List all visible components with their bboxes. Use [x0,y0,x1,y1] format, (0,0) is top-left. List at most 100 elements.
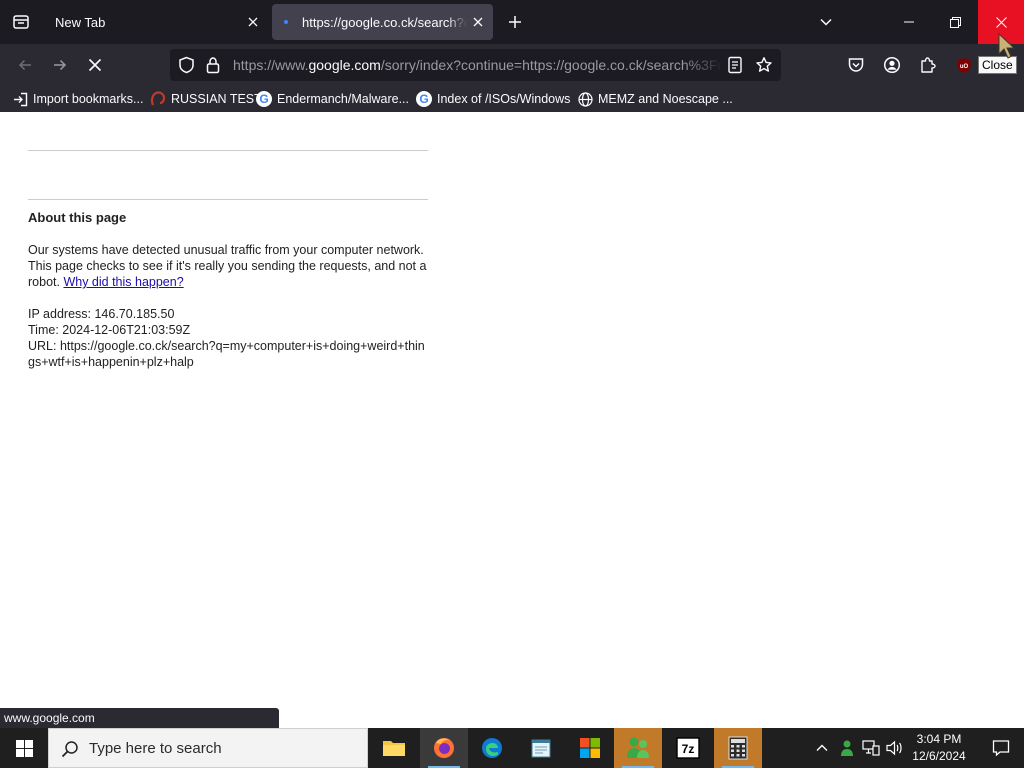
ip-address-line: IP address: 146.70.185.50 [28,307,175,321]
bookmark-label: RUSSIAN TEST [171,92,262,106]
url-prefix: https://www. [233,57,309,73]
network-icon[interactable] [862,740,880,756]
url-line: URL: https://google.co.ck/search?q=my+co… [28,339,425,369]
bookmark-star-icon[interactable] [755,56,773,74]
about-text: Our systems have detected unusual traffi… [28,242,428,290]
tab-title: https://google.co.ck/search?q= [302,15,467,30]
ublock-origin-button[interactable]: uO [952,53,976,77]
taskbar-search-box[interactable]: Type here to search [48,728,368,768]
close-icon [248,17,258,27]
restore-button[interactable] [932,0,978,44]
tab-title: New Tab [55,15,106,30]
folder-icon [383,741,405,756]
firefox-view-button[interactable] [0,0,42,44]
russian-favicon-icon [150,91,166,107]
back-button[interactable] [10,50,40,80]
tab-new-tab[interactable]: New Tab [44,4,268,40]
reader-view-icon[interactable] [727,56,743,74]
bookmark-label: Index of /ISOs/Windows [437,92,571,106]
page-content: About this page Our systems have detecte… [0,112,1024,728]
bookmark-index-isos-windows[interactable]: G Index of /ISOs/Windows [416,90,570,108]
address-bar[interactable]: https://www.google.com/sorry/index?conti… [170,49,781,81]
svg-text:uO: uO [960,64,969,70]
clock-date: 12/6/2024 [912,749,966,763]
lock-icon[interactable] [206,56,220,74]
stop-icon [88,58,102,72]
bookmarks-toolbar: Import bookmarks... RUSSIAN TEST G Ender… [0,86,1024,112]
taskbar-edge[interactable] [468,728,516,768]
clock-time: 3:04 PM [916,732,962,746]
url-text[interactable]: https://www.google.com/sorry/index?conti… [233,57,723,73]
calculator-icon [728,736,748,760]
divider [28,150,428,151]
loading-indicator-icon [284,20,288,24]
taskbar-7zip[interactable]: 7z [664,728,712,768]
pocket-button[interactable] [844,53,868,77]
firefox-view-icon [13,15,29,29]
volume-icon[interactable] [886,740,904,756]
globe-icon [577,91,593,107]
taskbar: Type here to search 7z 3:04 PM 12/6/2024 [0,728,1024,768]
account-icon [883,56,901,74]
taskbar-file-explorer[interactable] [370,728,418,768]
action-center-button[interactable] [978,728,1024,768]
bookmark-label: MEMZ and Noescape ... [598,92,733,106]
bookmark-label: Import bookmarks... [33,92,144,106]
import-icon [12,91,28,107]
time-line: Time: 2024-12-06T21:03:59Z [28,323,191,337]
bookmark-memz-noescape[interactable]: MEMZ and Noescape ... [577,90,733,108]
tab-google-search[interactable]: https://google.co.ck/search?q= [272,4,493,40]
firefox-icon [434,738,454,758]
close-icon [473,17,483,27]
divider [28,199,428,200]
status-bar: www.google.com [0,708,279,728]
why-did-this-happen-link[interactable]: Why did this happen? [63,275,183,289]
windows-logo-icon [15,739,33,757]
tracking-protection-shield-icon[interactable] [178,56,195,74]
bookmark-russian-test[interactable]: RUSSIAN TEST [150,90,262,108]
svg-text:7z: 7z [682,742,695,756]
bookmark-label: Endermanch/Malware... [277,92,410,106]
notifications-icon [992,740,1010,757]
tab-close-button[interactable] [244,13,262,31]
search-icon [61,741,78,758]
tab-strip: New Tab https://google.co.ck/search?q= [0,0,1024,44]
edge-icon [482,738,502,758]
about-heading: About this page [28,210,127,225]
plus-icon [509,16,521,28]
url-path: /sorry/index?continue=https://google.co.… [380,57,723,73]
restore-icon [949,16,961,28]
back-arrow-icon [18,59,31,71]
new-tab-button[interactable] [502,9,528,35]
clock[interactable]: 3:04 PM 12/6/2024 [906,731,972,765]
request-info: IP address: 146.70.185.50 Time: 2024-12-… [28,306,428,370]
google-favicon-icon: G [256,91,272,107]
navigation-toolbar: https://www.google.com/sorry/index?conti… [0,44,1024,86]
bookmark-import[interactable]: Import bookmarks... [12,90,143,108]
tray-agent-icon[interactable] [838,739,856,757]
notepad-icon [531,739,551,758]
chevron-down-icon [820,18,832,26]
start-button[interactable] [0,728,48,768]
show-hidden-icons-chevron-icon[interactable] [814,740,830,756]
tab-close-button[interactable] [469,13,487,31]
forward-button[interactable] [45,50,75,80]
taskbar-microsoft-store[interactable] [566,728,614,768]
minimize-icon [904,21,914,23]
taskbar-firefox[interactable] [420,728,468,768]
7zip-icon: 7z [676,737,700,759]
search-placeholder: Type here to search [89,740,222,757]
list-all-tabs-button[interactable] [812,8,840,36]
stop-loading-button[interactable] [80,50,110,80]
minimize-button[interactable] [886,0,932,44]
taskbar-ms-agent[interactable] [614,728,662,768]
taskbar-calculator[interactable] [714,728,762,768]
google-favicon-icon: G [416,91,432,107]
bookmark-endermanch-malware[interactable]: G Endermanch/Malware... [256,90,409,108]
account-button[interactable] [880,53,904,77]
url-domain: google.com [308,57,381,73]
taskbar-notepad[interactable] [517,728,565,768]
cursor-icon [998,32,1016,59]
extensions-button[interactable] [916,53,940,77]
forward-arrow-icon [54,59,67,71]
